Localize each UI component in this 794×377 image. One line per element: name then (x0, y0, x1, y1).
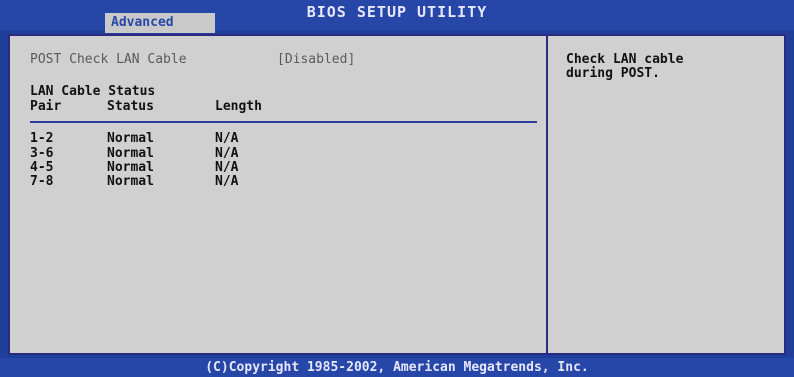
tab-advanced[interactable]: Advanced (105, 13, 215, 33)
title-bar: BIOS SETUP UTILITY Advanced (0, 0, 794, 33)
status-cell: Normal (107, 160, 154, 175)
header-divider (30, 121, 537, 123)
help-text-line-1: Check LAN cable (566, 52, 684, 67)
help-text-line-2: during POST. (566, 66, 660, 81)
help-pane: Check LAN cable during POST. (548, 36, 784, 353)
lan-cable-status-title: LAN Cable Status (30, 84, 156, 99)
column-header-pair: Pair (30, 99, 62, 114)
post-check-lan-cable-label[interactable]: POST Check LAN Cable (30, 52, 187, 67)
copyright-footer: (C)Copyright 1985-2002, American Megatre… (0, 358, 794, 377)
column-header-length: Length (215, 99, 262, 114)
length-cell: N/A (215, 131, 239, 146)
pair-cell: 3-6 (30, 146, 54, 161)
length-cell: N/A (215, 146, 239, 161)
settings-pane: POST Check LAN Cable [Disabled] LAN Cabl… (10, 36, 546, 353)
pair-cell: 4-5 (30, 160, 54, 175)
length-cell: N/A (215, 160, 239, 175)
status-cell: Normal (107, 131, 154, 146)
status-cell: Normal (107, 174, 154, 189)
pair-cell: 7-8 (30, 174, 54, 189)
status-cell: Normal (107, 146, 154, 161)
column-header-status: Status (107, 99, 154, 114)
length-cell: N/A (215, 174, 239, 189)
main-panel: POST Check LAN Cable [Disabled] LAN Cabl… (8, 34, 786, 355)
post-check-lan-cable-value[interactable]: [Disabled] (277, 52, 355, 67)
pair-cell: 1-2 (30, 131, 54, 146)
